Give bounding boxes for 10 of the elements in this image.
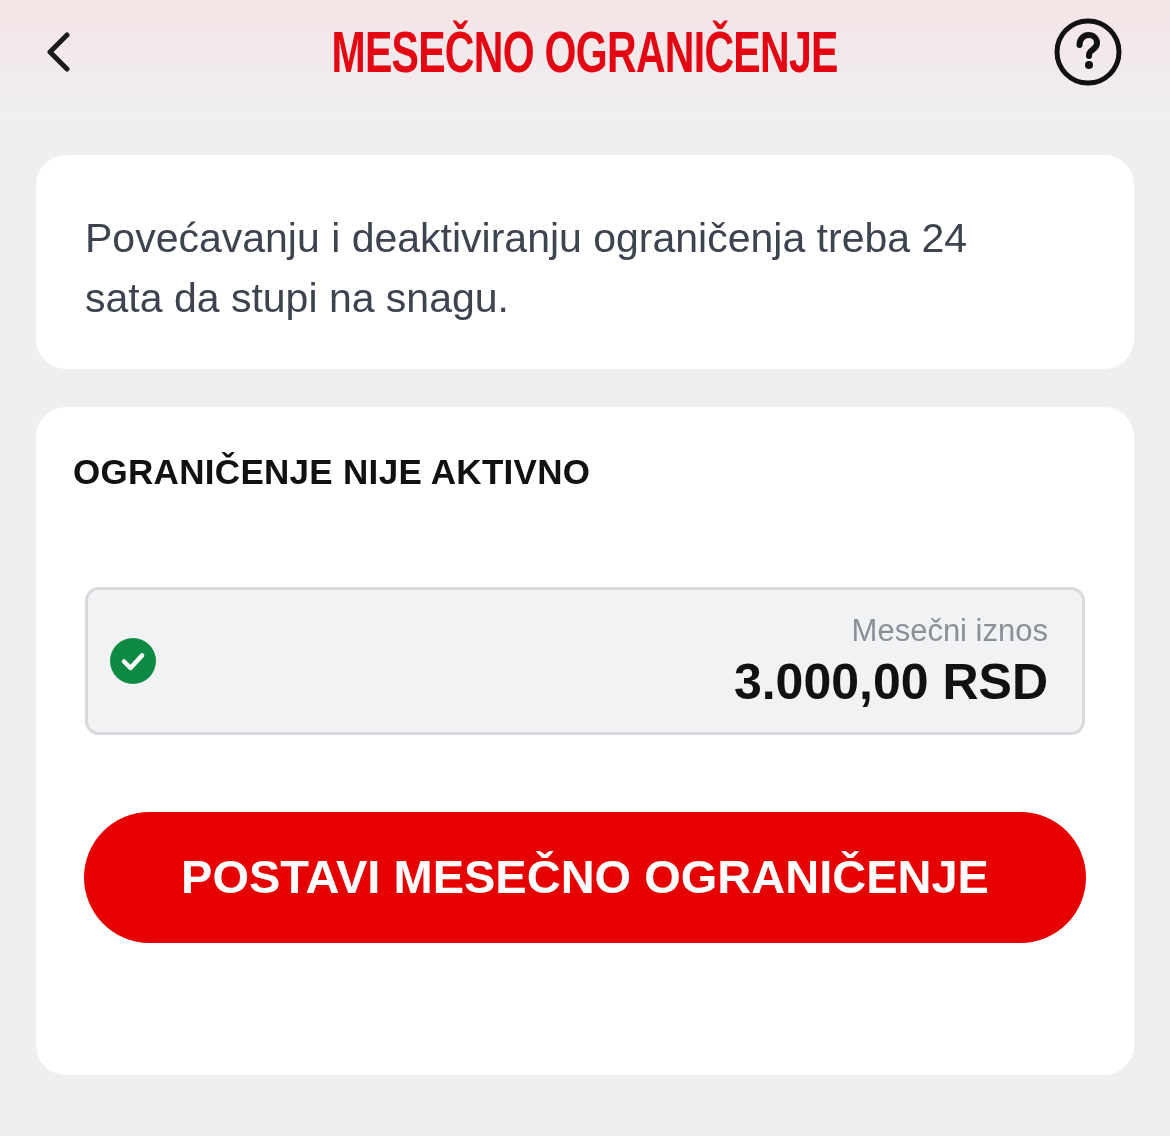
page-title: MESEČNO OGRANIČENJE bbox=[331, 22, 839, 82]
set-limit-button[interactable]: POSTAVI MESEČNO OGRANIČENJE bbox=[84, 812, 1086, 943]
help-icon bbox=[1054, 18, 1122, 86]
help-button[interactable] bbox=[1054, 18, 1122, 86]
info-text: Povećavanju i deaktiviranju ograničenja treba 24 sata da stupi na snagu. bbox=[85, 214, 969, 323]
amount-field[interactable]: Mesečni iznos 3.000,00 RSD bbox=[85, 587, 1085, 735]
amount-value: 3.000,00 RSD bbox=[733, 655, 1048, 709]
back-chevron-icon bbox=[45, 32, 71, 72]
limit-status: OGRANIČENJE NIJE AKTIVNO bbox=[73, 452, 592, 492]
amount-label: Mesečni iznos bbox=[851, 613, 1048, 649]
